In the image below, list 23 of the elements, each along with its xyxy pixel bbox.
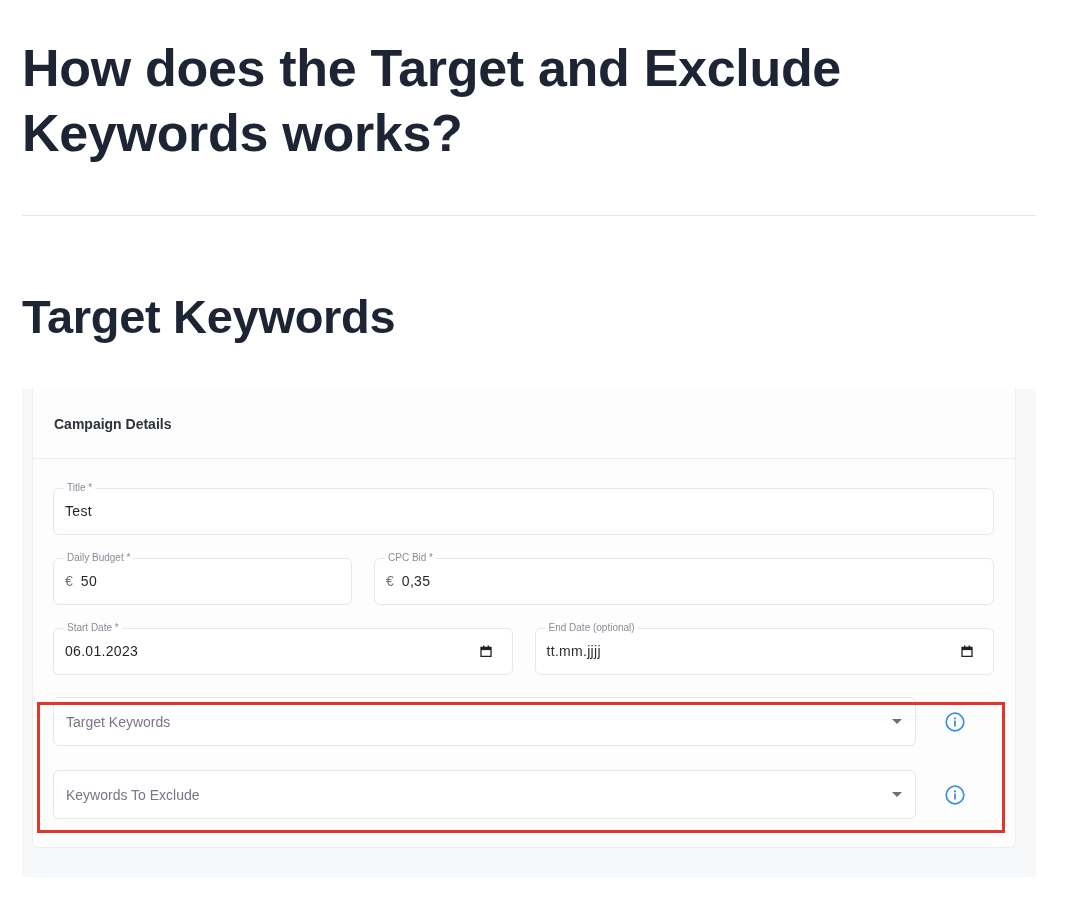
text-field[interactable]: Title * Test [53,482,994,535]
currency-field[interactable]: Daily Budget * € 50 [53,552,352,605]
caret-icon[interactable] [892,792,902,797]
section-title: Target Keywords [22,291,397,343]
field-label: Start Date * [66,622,120,634]
currency-field[interactable]: CPC Bid * € 0,35 [374,552,994,605]
keyword-dropdown[interactable]: Keywords To Exclude [53,770,916,819]
card-title: Campaign Details [54,415,172,432]
field-label: Title * [66,482,94,494]
info-icon[interactable] [945,784,965,805]
calendar-icon[interactable] [479,645,492,657]
currency-symbol: € [386,573,394,589]
article-heading: How does the Target and Exclude Keywords works? [22,38,842,164]
field-label: End Date (optional) [547,622,636,634]
caret-icon[interactable] [892,719,902,724]
keyword-dropdown[interactable]: Target Keywords [53,697,916,746]
date-field[interactable]: End Date (optional) tt.mm.jjjj [534,622,994,675]
info-icon[interactable] [945,711,965,732]
currency-symbol: € [65,573,73,589]
calendar-icon[interactable] [961,645,973,657]
date-field[interactable]: Start Date * 06.01.2023 [53,622,513,675]
field-label: Daily Budget * [66,552,132,564]
field-label: CPC Bid * [387,552,434,564]
